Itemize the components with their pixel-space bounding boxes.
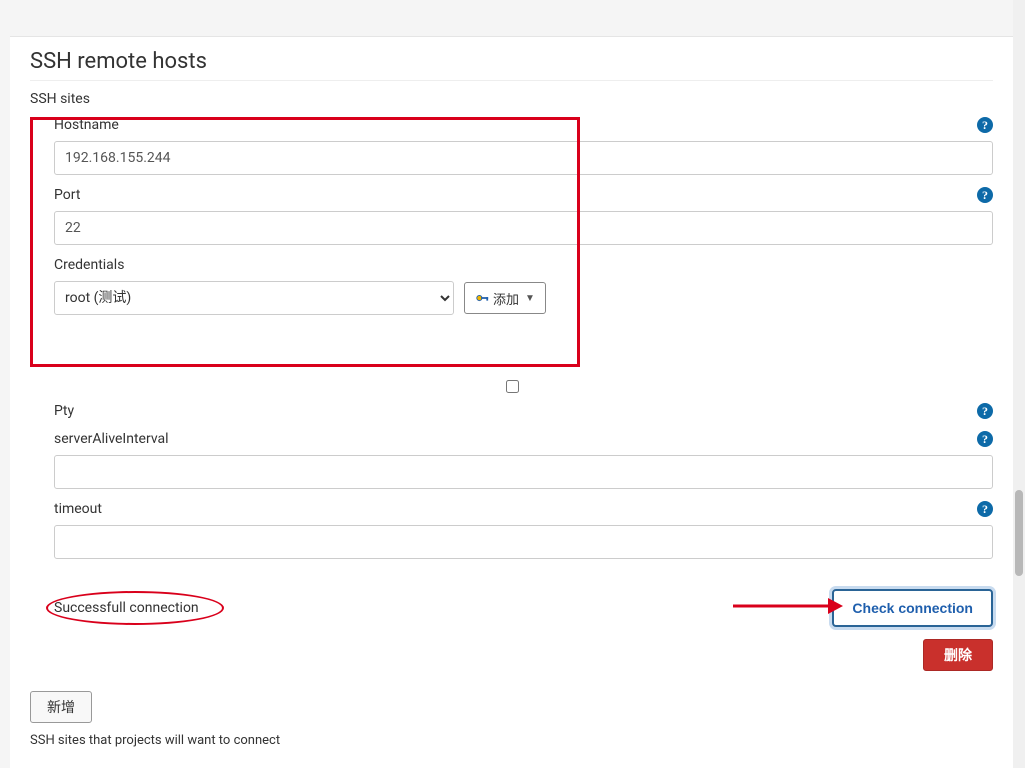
timeout-input[interactable] <box>54 525 993 559</box>
pty-label: Pty <box>54 403 74 419</box>
help-icon[interactable] <box>977 403 993 419</box>
section-footnote: SSH sites that projects will want to con… <box>30 733 993 748</box>
help-icon[interactable] <box>977 187 993 203</box>
help-icon[interactable] <box>977 431 993 447</box>
ssh-sites-label: SSH sites <box>30 91 993 107</box>
help-icon[interactable] <box>977 117 993 133</box>
pty-checkbox[interactable] <box>506 380 519 393</box>
ssh-config-panel: SSH remote hosts SSH sites Hostname Port <box>10 36 1013 768</box>
scrollbar-thumb[interactable] <box>1015 490 1023 576</box>
section-title: SSH remote hosts <box>30 49 993 74</box>
help-icon[interactable] <box>977 501 993 517</box>
highlight-box <box>30 117 580 367</box>
connection-status: Successfull connection <box>54 600 199 616</box>
check-connection-button[interactable]: Check connection <box>832 589 993 627</box>
divider <box>30 80 993 81</box>
add-new-button[interactable]: 新增 <box>30 691 92 723</box>
server-alive-interval-input[interactable] <box>54 455 993 489</box>
page-scrollbar[interactable] <box>1013 0 1025 768</box>
server-alive-interval-label: serverAliveInterval <box>54 431 169 447</box>
timeout-label: timeout <box>54 501 102 517</box>
delete-button[interactable]: 删除 <box>923 639 993 671</box>
annotation-arrow <box>733 594 843 622</box>
